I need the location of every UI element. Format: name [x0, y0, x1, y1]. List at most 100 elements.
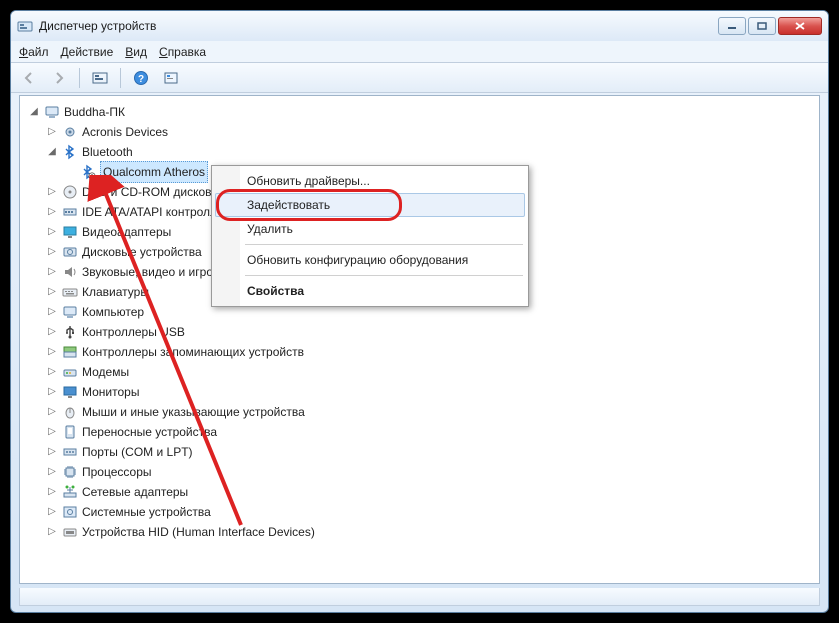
bluetooth-disabled-icon [80, 164, 96, 180]
tree-item[interactable]: ▷ Процессоры [24, 462, 815, 482]
minimize-button[interactable] [718, 17, 746, 35]
toolbar: ? [11, 63, 828, 93]
tree-item[interactable]: ▷ Контроллеры запоминающих устройств [24, 342, 815, 362]
menu-action[interactable]: Действие [61, 45, 114, 59]
tree-item-label: Дисковые устройства [82, 242, 202, 262]
expand-icon[interactable]: ▷ [46, 226, 58, 238]
menu-view[interactable]: Вид [125, 45, 147, 59]
expand-icon[interactable]: ▷ [46, 186, 58, 198]
help-button[interactable]: ? [129, 66, 153, 90]
network-icon [62, 484, 78, 500]
cm-scan-hardware-label: Обновить конфигурацию оборудования [247, 253, 468, 267]
monitor-icon [62, 384, 78, 400]
window-title: Диспетчер устройств [39, 19, 156, 33]
tree-item-label: Видеоадаптеры [82, 222, 171, 242]
expand-icon[interactable]: ▷ [46, 246, 58, 258]
tree-item-label: Компьютер [82, 302, 144, 322]
expand-icon[interactable]: ▷ [46, 466, 58, 478]
cm-enable-label: Задействовать [247, 198, 330, 212]
cpu-icon [62, 464, 78, 480]
tree-item[interactable]: ▷ Устройства HID (Human Interface Devices… [24, 522, 815, 542]
expand-icon[interactable]: ▷ [46, 286, 58, 298]
storage-icon [62, 344, 78, 360]
tree-item[interactable]: ▷ Acronis Devices [24, 122, 815, 142]
tree-item-label: Порты (COM и LPT) [82, 442, 193, 462]
expand-icon[interactable]: ▷ [46, 206, 58, 218]
tree-item[interactable]: ▷ Системные устройства [24, 502, 815, 522]
menu-help[interactable]: Справка [159, 45, 206, 59]
properties-button[interactable] [159, 66, 183, 90]
svg-text:?: ? [138, 74, 144, 85]
expand-icon[interactable]: ▷ [46, 266, 58, 278]
computer-icon [62, 304, 78, 320]
tree-item[interactable]: ▷ Порты (COM и LPT) [24, 442, 815, 462]
close-button[interactable] [778, 17, 822, 35]
toolbar-separator [120, 68, 121, 88]
system-icon [62, 504, 78, 520]
device-manager-window: Диспетчер устройств Файл Действие Вид Сп… [10, 10, 829, 613]
tree-item[interactable]: ▷ Модемы [24, 362, 815, 382]
back-button [17, 66, 41, 90]
tree-item[interactable]: ▷ Мыши и иные указывающие устройства [24, 402, 815, 422]
tree-item[interactable]: ▷Сетевые адаптеры [24, 482, 815, 502]
expand-icon[interactable]: ▷ [46, 446, 58, 458]
collapse-icon[interactable]: ◢ [28, 106, 40, 118]
cm-scan-hardware[interactable]: Обновить конфигурацию оборудования [215, 248, 525, 272]
expand-icon[interactable]: ▷ [46, 346, 58, 358]
tree-root-label: Buddha-ПК [64, 102, 125, 122]
display-icon [62, 224, 78, 240]
tree-root[interactable]: ◢ Buddha-ПК [24, 102, 815, 122]
context-menu: Обновить драйверы... Задействовать Удали… [211, 165, 529, 307]
expand-icon[interactable]: ▷ [46, 486, 58, 498]
collapse-icon[interactable]: ◢ [46, 146, 58, 158]
menubar: Файл Действие Вид Справка [11, 41, 828, 63]
cm-update-drivers[interactable]: Обновить драйверы... [215, 169, 525, 193]
cm-separator [245, 244, 523, 245]
disc-icon [62, 184, 78, 200]
tree-item-label: Системные устройства [82, 502, 211, 522]
tree-item[interactable]: ◢ Bluetooth [24, 142, 815, 162]
expand-icon[interactable]: ▷ [46, 526, 58, 538]
expand-icon[interactable]: ▷ [46, 386, 58, 398]
cm-properties[interactable]: Свойства [215, 279, 525, 303]
hid-icon [62, 524, 78, 540]
tree-child-label: Qualcomm Atheros [100, 161, 208, 183]
tree-item-label: Модемы [82, 362, 129, 382]
modem-icon [62, 364, 78, 380]
tree-item-label: Мониторы [82, 382, 139, 402]
tree-item-label: Клавиатуры [82, 282, 149, 302]
expand-icon[interactable]: ▷ [46, 426, 58, 438]
expand-icon[interactable]: ▷ [46, 306, 58, 318]
hdd-icon [62, 244, 78, 260]
statusbar [19, 588, 820, 606]
expand-icon[interactable]: ▷ [46, 366, 58, 378]
tree-item-label: Bluetooth [82, 142, 133, 162]
tree-item-label: Контроллеры USB [82, 322, 185, 342]
tree-item-label: Устройства HID (Human Interface Devices) [82, 522, 315, 542]
tree-item-label: Контроллеры запоминающих устройств [82, 342, 304, 362]
cm-update-drivers-label: Обновить драйверы... [247, 174, 370, 188]
expand-icon[interactable]: ▷ [46, 406, 58, 418]
tree-item[interactable]: ▷Переносные устройства [24, 422, 815, 442]
app-icon [17, 18, 33, 34]
cm-enable[interactable]: Задействовать [215, 193, 525, 217]
tree-item-label: Acronis Devices [82, 122, 168, 142]
cm-delete[interactable]: Удалить [215, 217, 525, 241]
device-tree[interactable]: ◢ Buddha-ПК ▷ Acronis Devices ◢ BluetoothQu… [20, 96, 819, 548]
cm-properties-label: Свойства [247, 284, 304, 298]
toolbar-separator [79, 68, 80, 88]
tree-item-label: Мыши и иные указывающие устройства [82, 402, 305, 422]
ide-icon [62, 204, 78, 220]
speaker-icon [62, 264, 78, 280]
expand-icon[interactable]: ▷ [46, 326, 58, 338]
bluetooth-icon [62, 144, 78, 160]
expand-icon[interactable]: ▷ [46, 126, 58, 138]
maximize-button[interactable] [748, 17, 776, 35]
tree-item-label: Процессоры [82, 462, 152, 482]
show-hidden-button[interactable] [88, 66, 112, 90]
tree-item[interactable]: ▷ Мониторы [24, 382, 815, 402]
menu-file[interactable]: Файл [19, 45, 49, 59]
expand-icon[interactable]: ▷ [46, 506, 58, 518]
titlebar[interactable]: Диспетчер устройств [11, 11, 828, 41]
tree-item[interactable]: ▷ Контроллеры USB [24, 322, 815, 342]
